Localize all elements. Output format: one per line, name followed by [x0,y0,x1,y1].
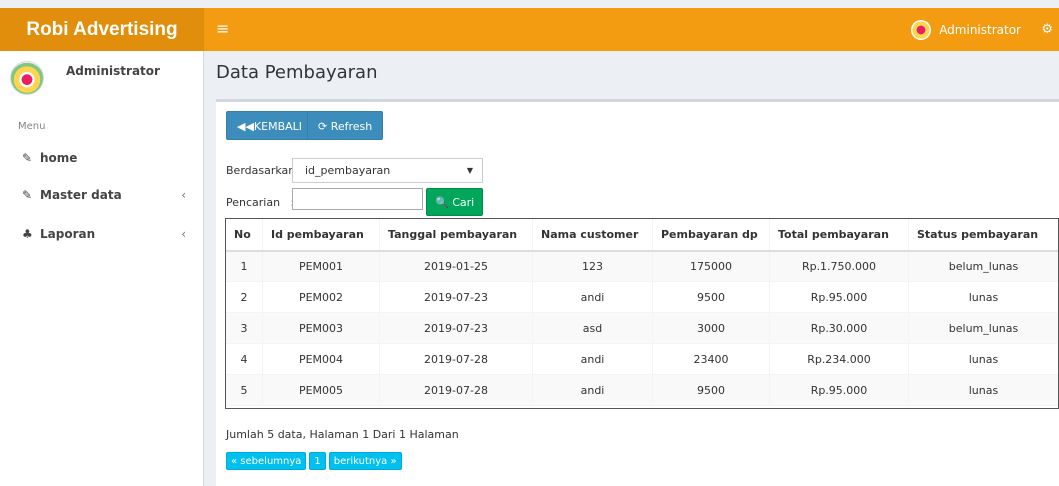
table-cell: 3000 [652,312,770,344]
table-row: 4 PEM004 2019-07-28 andi 23400 Rp.234.00… [225,343,1059,375]
table-cell: 175000 [652,250,770,282]
table-cell: Rp.95.000 [769,281,909,313]
avatar [911,19,932,40]
search-label: Pencarian : [226,196,295,209]
search-input[interactable] [292,188,423,210]
table-cell: PEM005 [262,374,380,406]
table-cell: 2019-07-28 [379,374,533,406]
sidebar-item-label: Master data [40,188,122,202]
edit-icon: ✎ [22,188,33,202]
brand-logo[interactable]: Robi Advertising [0,8,204,51]
chevron-left-icon: ‹ [181,227,186,241]
payments-table: No Id pembayaran Tanggal pembayaran Nama… [225,218,1059,406]
table-row: 3 PEM003 2019-07-23 asd 3000 Rp.30.000 b… [225,312,1059,344]
table-cell: 4 [225,343,263,375]
column-header: Status pembayaran [908,218,1059,252]
sidebar-item-home[interactable]: ✎ home [0,145,204,171]
sidebar-user-name: Administrator [66,64,160,78]
pagination-summary: Jumlah 5 data, Halaman 1 Dari 1 Halaman [226,428,459,441]
table-cell: lunas [908,343,1059,375]
table-cell: 1 [225,250,263,282]
edit-icon: ✎ [22,151,33,165]
table-cell: 2019-07-23 [379,281,533,313]
table-cell: PEM003 [262,312,380,344]
table-cell: 123 [532,250,653,282]
table-cell: 5 [225,374,263,406]
sidebar: Administrator Menu ✎ home ✎ Master data ‹ … [0,51,204,486]
column-header: No [225,218,263,252]
table-row: 2 PEM002 2019-07-23 andi 9500 Rp.95.000 … [225,281,1059,313]
search-button[interactable]: 🔍 Cari [426,188,484,216]
column-header: Id pembayaran [262,218,380,252]
table-row: 5 PEM005 2019-07-28 andi 9500 Rp.95.000 … [225,374,1059,406]
table-cell: Rp.234.000 [769,343,909,375]
prev-page-button[interactable]: « sebelumnya [226,452,307,470]
table-row: 1 PEM001 2019-01-25 123 175000 Rp.1.750.… [225,250,1059,282]
table-cell: lunas [908,281,1059,313]
table-cell: 3 [225,312,263,344]
table-header-row: No Id pembayaran Tanggal pembayaran Nama… [225,218,1059,252]
table-cell: Rp.1.750.000 [769,250,909,282]
user-panel: Administrator [0,51,204,107]
refresh-button[interactable]: ⟳ Refresh [307,111,384,140]
sitemap-icon: ♣ [22,227,33,241]
table-cell: 9500 [652,374,770,406]
table-cell: asd [532,312,653,344]
table-cell: 9500 [652,281,770,313]
pagination: « sebelumnya 1 berikutnya » [226,452,405,470]
hamburger-icon[interactable]: ≡ [216,8,229,51]
table-cell: belum_lunas [908,312,1059,344]
next-page-button[interactable]: berikutnya » [328,452,402,470]
table-cell: andi [532,281,653,313]
column-header: Nama customer [532,218,653,252]
column-header: Pembayaran dp [652,218,770,252]
table-cell: PEM004 [262,343,380,375]
table-cell: lunas [908,374,1059,406]
table-cell: andi [532,343,653,375]
table-cell: andi [532,374,653,406]
page-1-button[interactable]: 1 [309,452,326,470]
page-title: Data Pembayaran [216,62,378,83]
sidebar-item-laporan[interactable]: ♣ Laporan ‹ [0,221,204,247]
menu-header: Menu [18,121,46,132]
table-cell: Rp.30.000 [769,312,909,344]
gears-icon[interactable]: ⚙ [1041,8,1053,51]
sidebar-item-label: Laporan [40,227,96,241]
table-cell: 2019-01-25 [379,250,533,282]
filter-select[interactable]: id_pembayaran ▼ [292,158,483,183]
table-cell: 2019-07-23 [379,312,533,344]
content-box: ◀◀KEMBALI ⟳ Refresh Berdasarkan: id_pemb… [216,99,1059,486]
filter-by-label: Berdasarkan: [226,164,299,177]
table-cell: belum_lunas [908,250,1059,282]
column-header: Total pembayaran [769,218,909,252]
sidebar-item-label: home [40,151,78,165]
table-cell: PEM001 [262,250,380,282]
avatar [10,61,44,95]
table-cell: Rp.95.000 [769,374,909,406]
user-menu[interactable]: Administrator [911,8,1021,51]
chevron-left-icon: ‹ [181,188,186,202]
table-cell: 2 [225,281,263,313]
column-header: Tanggal pembayaran [379,218,533,252]
table-cell: PEM002 [262,281,380,313]
back-button[interactable]: ◀◀KEMBALI [226,111,314,140]
filter-select-value: id_pembayaran [305,164,391,177]
top-navbar: Robi Advertising ≡ Administrator ⚙ [0,8,1059,51]
nav-user-name: Administrator [939,22,1021,37]
caret-down-icon: ▼ [466,166,473,175]
table-cell: 2019-07-28 [379,343,533,375]
sidebar-item-master-data[interactable]: ✎ Master data ‹ [0,182,204,208]
table-cell: 23400 [652,343,770,375]
